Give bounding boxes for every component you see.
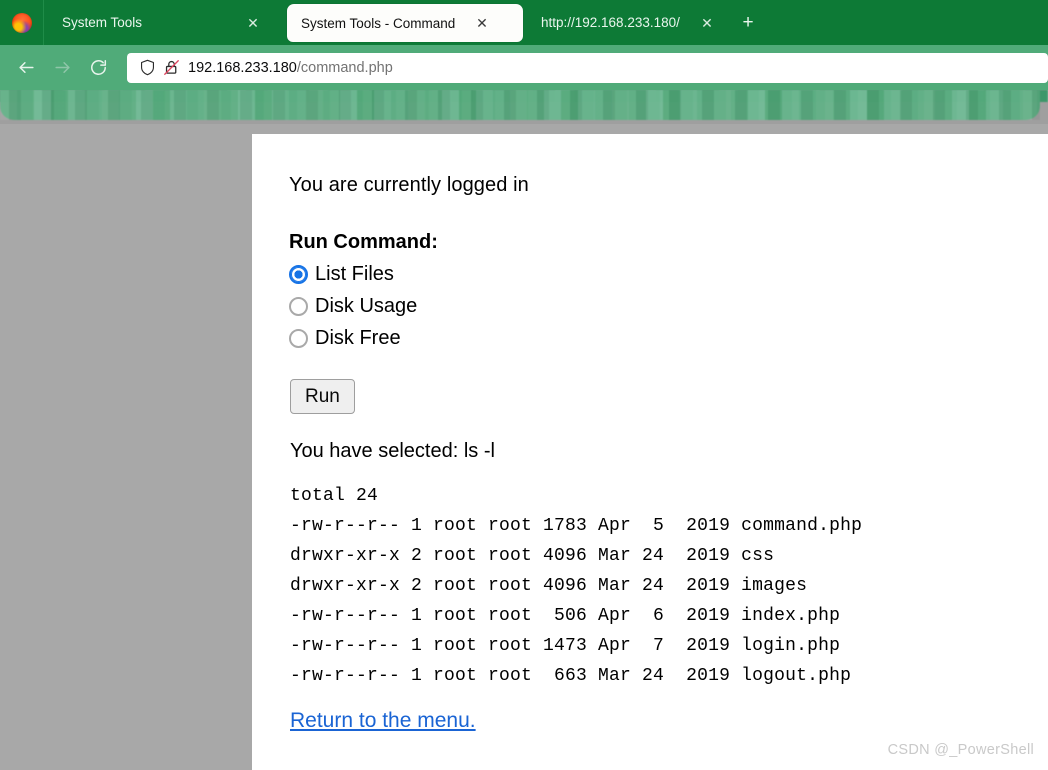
tab-label: http://192.168.233.180/ xyxy=(541,15,680,30)
new-tab-button[interactable]: + xyxy=(733,0,763,45)
lock-crossed-insecure-icon[interactable] xyxy=(159,56,183,80)
reload-icon xyxy=(90,59,106,75)
close-icon[interactable]: ✕ xyxy=(696,12,718,34)
shield-icon[interactable] xyxy=(135,56,159,80)
address-bar[interactable]: 192.168.233.180/command.php xyxy=(127,52,1048,83)
tab-http-192-168-233-180[interactable]: http://192.168.233.180/ ✕ xyxy=(523,0,733,45)
radio-option-list-files[interactable]: List Files xyxy=(289,258,1048,290)
tab-system-tools[interactable]: System Tools ✕ xyxy=(44,0,287,45)
bookmarks-blur-strip xyxy=(0,90,1040,120)
url-domain: 192.168.233.180 xyxy=(188,59,297,76)
tab-label: System Tools - Command xyxy=(301,15,456,31)
radio-button-icon[interactable] xyxy=(289,296,308,316)
firefox-logo-icon xyxy=(11,12,32,33)
forward-arrow-icon xyxy=(54,61,70,74)
watermark-text: CSDN @_PowerShell xyxy=(887,742,1034,758)
bookmarks-bar-blurred[interactable] xyxy=(0,90,1048,124)
forward-button[interactable] xyxy=(44,52,80,84)
command-output: total 24 -rw-r--r-- 1 root root 1783 Apr… xyxy=(290,486,863,686)
back-button[interactable] xyxy=(8,52,44,84)
tab-system-tools-command[interactable]: System Tools - Command ✕ xyxy=(287,4,523,42)
radio-button-selected-icon[interactable] xyxy=(289,264,308,284)
radio-label: Disk Free xyxy=(315,327,401,349)
url-path: /command.php xyxy=(296,59,393,76)
run-button[interactable]: Run xyxy=(290,379,355,414)
close-icon[interactable]: ✕ xyxy=(471,12,493,34)
radio-option-disk-usage[interactable]: Disk Usage xyxy=(289,290,1048,322)
selected-command-text: You have selected: ls -l xyxy=(290,440,495,462)
plus-icon: + xyxy=(742,12,754,33)
radio-button-icon[interactable] xyxy=(289,328,308,348)
navigation-toolbar: 192.168.233.180/command.php xyxy=(0,45,1048,90)
radio-label: List Files xyxy=(315,263,394,285)
page-document: You are currently logged in Run Command:… xyxy=(252,134,1048,770)
browser-window: System Tools ✕ System Tools - Command ✕ … xyxy=(0,0,1048,770)
reload-button[interactable] xyxy=(80,52,116,84)
tab-label: System Tools xyxy=(62,15,143,30)
page-viewport: You are currently logged in Run Command:… xyxy=(0,124,1048,770)
radio-option-disk-free[interactable]: Disk Free xyxy=(289,322,1048,354)
tab-strip: System Tools ✕ System Tools - Command ✕ … xyxy=(0,0,1048,45)
radio-label: Disk Usage xyxy=(315,295,418,317)
page-content: You are currently logged in Run Command:… xyxy=(252,134,1048,733)
firefox-app-button[interactable] xyxy=(0,0,44,45)
url-text: 192.168.233.180/command.php xyxy=(188,60,393,76)
run-command-heading: Run Command: xyxy=(289,231,438,253)
close-icon[interactable]: ✕ xyxy=(242,12,264,34)
return-to-menu-link[interactable]: Return to the menu. xyxy=(290,709,476,733)
back-arrow-icon xyxy=(18,61,34,74)
login-status-text: You are currently logged in xyxy=(289,174,529,196)
